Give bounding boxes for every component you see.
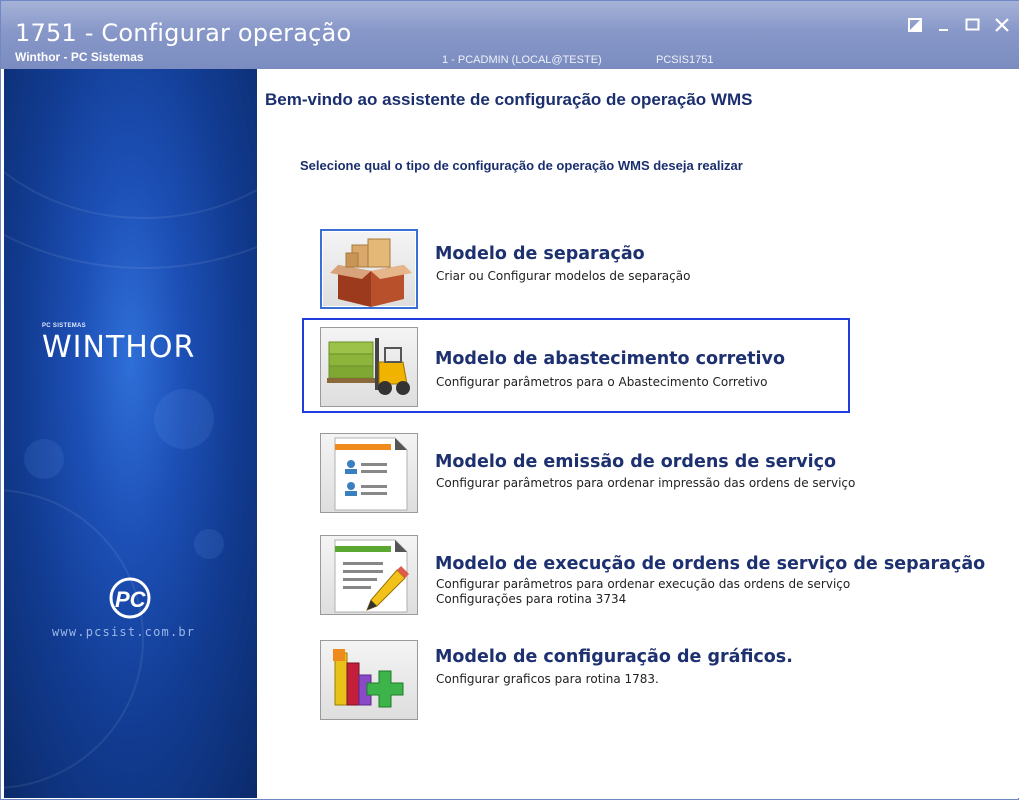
restore-button[interactable] <box>905 15 925 35</box>
option-title: Modelo de emissão de ordens de serviço <box>435 452 837 472</box>
decor-dot <box>154 389 214 449</box>
decor-dot <box>194 529 224 559</box>
chart-add-icon[interactable] <box>320 640 418 720</box>
pc-sistemas-logo-icon: PC <box>104 577 156 621</box>
box-icon[interactable] <box>320 229 418 309</box>
close-button[interactable] <box>992 15 1012 35</box>
option-title: Modelo de abastecimento corretivo <box>435 349 785 369</box>
sidebar-banner: PC SISTEMAS WINTHOR PC www.pcsist.com.br <box>4 69 257 798</box>
welcome-heading: Bem-vindo ao assistente de configuração … <box>265 90 753 109</box>
title-bar[interactable]: 1751 - Configurar operação Winthor - PC … <box>1 1 1019 69</box>
document-edit-icon[interactable] <box>320 535 418 615</box>
user-info: 1 - PCADMIN (LOCAL@TESTE) <box>442 54 602 66</box>
option-description: Configurar parâmetros para ordenar execu… <box>436 577 851 591</box>
option-description-secondary: Configurações para rotina 3734 <box>436 592 627 606</box>
option-title: Modelo de execução de ordens de serviço … <box>435 554 986 574</box>
option-description: Criar ou Configurar modelos de separação <box>436 269 691 283</box>
wizard-content: Bem-vindo ao assistente de configuração … <box>257 69 1019 798</box>
svg-text:PC: PC <box>115 587 147 612</box>
maximize-icon <box>965 18 980 31</box>
app-window: 1751 - Configurar operação Winthor - PC … <box>0 0 1019 800</box>
maximize-button[interactable] <box>963 15 983 35</box>
instruction-text: Selecione qual o tipo de configuração de… <box>300 158 743 173</box>
option-title: Modelo de configuração de gráficos. <box>435 647 793 667</box>
option-description: Configurar parâmetros para ordenar impre… <box>436 476 856 490</box>
window-subtitle: Winthor - PC Sistemas <box>15 50 144 64</box>
document-users-icon[interactable] <box>320 433 418 513</box>
minimize-icon <box>939 29 948 31</box>
minimize-button[interactable] <box>935 15 955 35</box>
program-code: PCSIS1751 <box>656 54 714 66</box>
option-description: Configurar graficos para rotina 1783. <box>436 672 659 686</box>
brand-small-label: PC SISTEMAS <box>42 323 86 329</box>
close-icon <box>995 18 1009 32</box>
option-description: Configurar parâmetros para o Abastecimen… <box>436 375 768 389</box>
website-url: www.pcsist.com.br <box>52 625 196 639</box>
window-title: 1751 - Configurar operação <box>15 19 352 47</box>
decor-arc <box>4 69 257 219</box>
decor-dot <box>24 439 64 479</box>
forklift-icon[interactable] <box>320 327 418 407</box>
winthor-logo: WINTHOR <box>42 330 196 365</box>
restore-icon <box>908 18 922 32</box>
decor-arc <box>4 489 144 789</box>
option-title: Modelo de separação <box>435 244 645 264</box>
